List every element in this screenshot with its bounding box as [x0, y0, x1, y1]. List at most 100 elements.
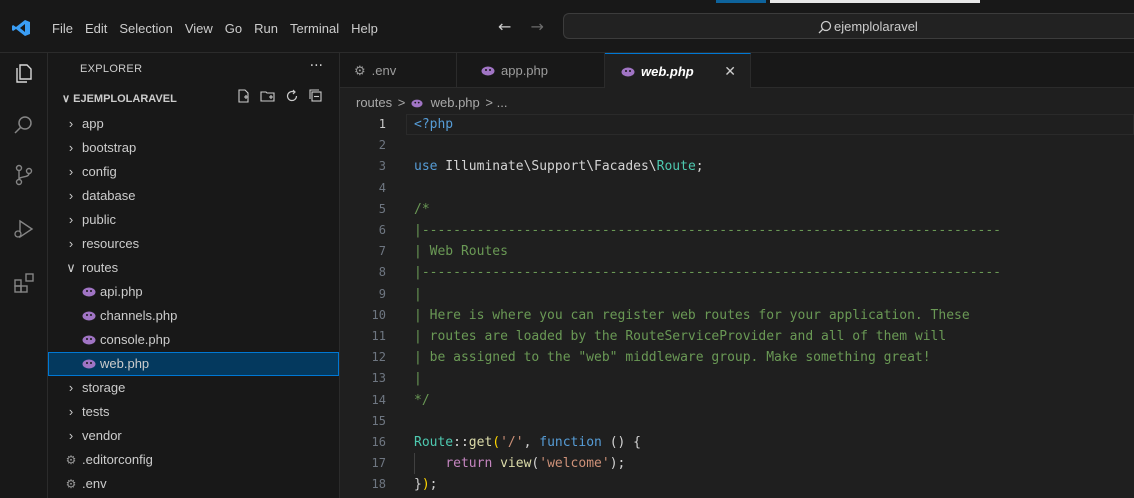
php-elephant-icon — [82, 311, 96, 321]
code-line[interactable]: 8 |--------------------------------------… — [340, 262, 1134, 283]
command-center-search[interactable]: ejemplolaravel — [563, 13, 1134, 39]
chevron-right-icon: › — [68, 212, 74, 227]
code-line[interactable]: 5 /* — [340, 199, 1134, 220]
code-line[interactable]: 3 use Illuminate\Support\Facades\Route; — [340, 156, 1134, 177]
menu-terminal[interactable]: Terminal — [290, 21, 339, 36]
workspace-root[interactable]: ∨ EJEMPLOLARAVEL — [62, 92, 177, 105]
tree-folder-bootstrap[interactable]: › bootstrap — [48, 136, 339, 160]
code-line[interactable]: 7 | Web Routes — [340, 241, 1134, 262]
tree-label: app — [82, 116, 104, 131]
tree-folder-resources[interactable]: › resources — [48, 232, 339, 256]
code-editor[interactable]: 1 <?php 2 3 use Illuminate\Support\Facades\R… — [340, 112, 1134, 498]
code-line[interactable]: 15 — [340, 411, 1134, 432]
code-line[interactable]: 4 — [340, 178, 1134, 199]
chevron-right-icon: › — [68, 404, 74, 419]
title-accent — [716, 0, 766, 3]
forward-arrow-icon[interactable]: → — [531, 17, 544, 36]
code-line[interactable]: 11 | routes are loaded by the RouteServic… — [340, 326, 1134, 347]
extensions-icon[interactable] — [12, 271, 36, 295]
title-bar: File Edit Selection View Go Run Terminal… — [0, 0, 1134, 53]
code-line[interactable]: 1 <?php — [340, 114, 1134, 135]
code-line[interactable]: 18}); — [340, 474, 1134, 495]
tree-folder-storage[interactable]: › storage — [48, 376, 339, 400]
line-number: 8 — [378, 265, 386, 280]
line-number: 12 — [371, 350, 386, 365]
breadcrumb-rest[interactable]: > ... — [485, 95, 507, 110]
code-text: | — [414, 371, 422, 387]
code-text: |---------------------------------------… — [414, 265, 1001, 281]
tab-env[interactable]: ⚙ .env — [340, 53, 457, 88]
code-line[interactable]: 14 */ — [340, 390, 1134, 411]
tree-folder-vendor[interactable]: › vendor — [48, 424, 339, 448]
explorer-files-icon[interactable] — [12, 61, 36, 85]
menu-run[interactable]: Run — [254, 21, 278, 36]
line-number: 2 — [378, 138, 386, 153]
code-line[interactable]: 17 return view('welcome'); — [340, 453, 1134, 475]
code-line[interactable]: 16 Route::get('/', function () { — [340, 432, 1134, 453]
explorer-actions — [236, 88, 324, 104]
close-icon[interactable]: ✕ — [724, 54, 736, 89]
code-line[interactable]: 10 | Here is where you can register web r… — [340, 305, 1134, 326]
menu-file[interactable]: File — [52, 21, 73, 36]
explorer-title: EXPLORER — [80, 63, 143, 75]
code-text: | — [414, 286, 422, 302]
chevron-down-icon: ∨ — [62, 93, 74, 105]
tree-folder-database[interactable]: › database — [48, 184, 339, 208]
line-number: 17 — [371, 456, 386, 471]
tree-folder-app[interactable]: › app — [48, 112, 339, 136]
code-line[interactable]: 2 — [340, 135, 1134, 156]
code-text: | be assigned to the "web" middleware gr… — [414, 350, 931, 366]
tree-file-api-php[interactable]: api.php — [48, 280, 339, 304]
collapse-all-icon[interactable] — [308, 88, 324, 104]
tree-label: routes — [82, 260, 119, 275]
workspace-root-label: EJEMPLOLARAVEL — [73, 93, 177, 105]
tree-file-env[interactable]: ⚙ .env — [48, 472, 339, 496]
new-file-icon[interactable] — [236, 88, 252, 104]
tree-label: bootstrap — [82, 140, 137, 155]
tree-folder-routes[interactable]: ∨ routes — [48, 256, 339, 280]
tree-label: .env — [82, 476, 107, 491]
tree-folder-config[interactable]: › config — [48, 160, 339, 184]
tree-file-web-php[interactable]: web.php — [48, 352, 339, 376]
menu-help[interactable]: Help — [351, 21, 378, 36]
tab-web-php[interactable]: web.php ✕ — [605, 53, 751, 88]
code-text: }); — [414, 477, 438, 493]
line-number: 10 — [371, 307, 386, 322]
tree-file-editorconfig[interactable]: ⚙ .editorconfig — [48, 448, 339, 472]
code-line[interactable]: 6 |--------------------------------------… — [340, 220, 1134, 241]
code-line[interactable]: 9 | — [340, 284, 1134, 305]
source-control-icon[interactable] — [12, 163, 36, 187]
tree-label: storage — [82, 380, 126, 395]
php-elephant-icon — [411, 99, 423, 108]
tab-label: app.php — [501, 63, 548, 78]
tree-folder-public[interactable]: › public — [48, 208, 339, 232]
refresh-icon[interactable] — [284, 88, 300, 104]
line-number: 3 — [378, 159, 386, 174]
tab-app-php[interactable]: app.php — [457, 53, 605, 88]
menu-selection[interactable]: Selection — [119, 21, 172, 36]
php-elephant-icon — [82, 335, 96, 345]
tree-file-channels-php[interactable]: channels.php — [48, 304, 339, 328]
code-line[interactable]: 12 | be assigned to the "web" middleware … — [340, 347, 1134, 368]
gear-icon: ⚙ — [65, 477, 77, 491]
code-text: /* — [414, 201, 430, 217]
menu-bar: File Edit Selection View Go Run Terminal… — [52, 21, 390, 36]
php-elephant-icon — [621, 67, 635, 77]
code-line[interactable]: 13 | — [340, 368, 1134, 389]
chevron-right-icon: › — [68, 236, 74, 251]
nav-arrows: ← → — [498, 17, 558, 36]
new-folder-icon[interactable] — [260, 88, 276, 104]
tree-file-console-php[interactable]: console.php — [48, 328, 339, 352]
menu-go[interactable]: Go — [225, 21, 242, 36]
menu-view[interactable]: View — [185, 21, 213, 36]
search-icon[interactable] — [12, 113, 36, 137]
chevron-right-icon: › — [68, 116, 74, 131]
run-debug-icon[interactable] — [12, 217, 36, 241]
tree-label: tests — [82, 404, 110, 419]
tree-folder-tests[interactable]: › tests — [48, 400, 339, 424]
explorer-more-actions-icon[interactable]: ··· — [310, 58, 323, 74]
breadcrumb-file[interactable]: web.php — [431, 95, 480, 110]
menu-edit[interactable]: Edit — [85, 21, 107, 36]
back-arrow-icon[interactable]: ← — [498, 17, 511, 36]
breadcrumb-folder[interactable]: routes — [356, 95, 392, 110]
